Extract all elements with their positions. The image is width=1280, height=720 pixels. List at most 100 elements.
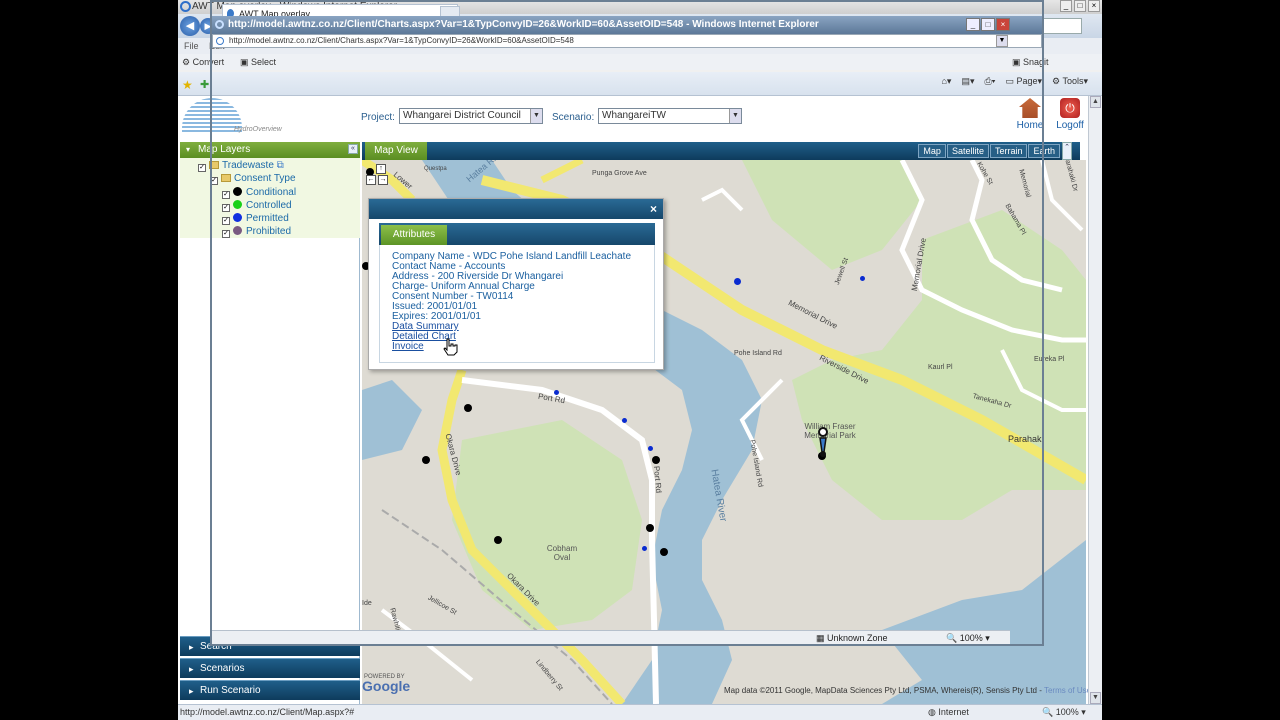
- favorites-star-icon[interactable]: ★: [182, 78, 193, 92]
- water: [362, 380, 422, 460]
- menu-file[interactable]: File: [184, 41, 199, 51]
- checkbox[interactable]: ✓: [222, 191, 230, 199]
- checkbox[interactable]: ✓: [210, 177, 218, 185]
- marker-permitted[interactable]: [648, 446, 653, 451]
- tools-menu[interactable]: ⚙ Tools▾: [1052, 76, 1088, 87]
- convert-button[interactable]: ⚙ Convert: [182, 54, 224, 70]
- map-type-earth[interactable]: Earth: [1028, 144, 1060, 158]
- map-type-satellite[interactable]: Satellite: [946, 144, 989, 158]
- project-label: Project:: [361, 112, 395, 123]
- chevron-down-icon[interactable]: ▼: [530, 109, 542, 123]
- popup-address-bar[interactable]: http://model.awtnz.co.nz/Client/Charts.a…: [212, 34, 1042, 48]
- popup-address-text: http://model.awtnz.co.nz/Client/Charts.a…: [229, 36, 574, 45]
- popup-maximize-button[interactable]: □: [981, 18, 995, 31]
- attributes-info-window: × Attributes Company Name - WDC Pohe Isl…: [368, 198, 664, 370]
- page-menu[interactable]: ▭ Page▾: [1005, 76, 1042, 87]
- pan-right-icon[interactable]: →: [378, 175, 388, 185]
- home-cmd-icon[interactable]: ⌂▾: [941, 76, 951, 87]
- marker-permitted[interactable]: [734, 278, 741, 285]
- scenario-select[interactable]: WhangareiTW ▼: [598, 108, 742, 124]
- accordion-scenarios[interactable]: Scenarios: [180, 658, 360, 679]
- marker-conditional[interactable]: [464, 404, 472, 412]
- marker-conditional[interactable]: [646, 524, 654, 532]
- marker-conditional[interactable]: [652, 456, 660, 464]
- map-type-map[interactable]: Map: [918, 144, 946, 158]
- pan-left-icon[interactable]: ←: [366, 175, 376, 185]
- tree-item-controlled[interactable]: ✓ Controlled: [222, 199, 292, 212]
- internet-zone-label: Internet: [938, 707, 969, 717]
- scenario-label: Scenario:: [552, 112, 595, 123]
- scenario-select-value: WhangareiTW: [602, 110, 666, 121]
- label-questpa: Questpa: [424, 166, 447, 172]
- marker-conditional[interactable]: [660, 548, 668, 556]
- checkbox[interactable]: ✓: [222, 230, 230, 238]
- tree-item-permitted[interactable]: ✓ Permitted: [222, 212, 289, 225]
- home-button[interactable]: Home: [1010, 98, 1050, 131]
- scroll-down-icon[interactable]: ▼: [1090, 692, 1101, 704]
- marker-conditional[interactable]: [494, 536, 502, 544]
- vertical-scrollbar[interactable]: ▲ ▼: [1088, 96, 1102, 704]
- outer-zoom-label: 100%: [1055, 707, 1079, 717]
- logoff-button[interactable]: ⏻ Logoff: [1050, 98, 1090, 131]
- map-expand-icon[interactable]: ⌃: [1062, 142, 1072, 160]
- maximize-button[interactable]: □: [1074, 0, 1086, 12]
- command-bar: ⌂▾ ▤▾ ⎙▾ ▭ Page▾ ⚙ Tools▾: [941, 76, 1088, 87]
- minimize-button[interactable]: _: [1060, 0, 1072, 12]
- marker-permitted[interactable]: [554, 390, 559, 395]
- outer-zoom[interactable]: 🔍 100% ▾: [1042, 705, 1086, 720]
- marker-permitted[interactable]: [860, 276, 865, 281]
- map-pan-control: ↑ ← →: [366, 164, 396, 192]
- park-area: [452, 420, 642, 630]
- feeds-icon[interactable]: ▤▾: [961, 76, 974, 87]
- collapse-arrow-icon: ▾: [186, 145, 191, 154]
- hand-cursor-icon: [443, 338, 458, 356]
- back-icon[interactable]: ◀: [180, 16, 200, 36]
- marker-permitted[interactable]: [642, 546, 647, 551]
- close-button[interactable]: ×: [1088, 0, 1100, 12]
- tab-map-view[interactable]: Map View: [365, 142, 427, 160]
- accordion-run-scenario[interactable]: Run Scenario: [180, 680, 360, 701]
- scroll-up-icon[interactable]: ▲: [1090, 96, 1101, 108]
- awt-logo: HydroOverview: [182, 98, 282, 138]
- left-panel: ▾ Map Layers « ✓ Tradewaste ⧉ ✓ Consent Ty…: [180, 142, 360, 704]
- checkbox[interactable]: ✓: [222, 204, 230, 212]
- chevron-down-icon[interactable]: ▼: [996, 35, 1008, 47]
- tree-root-tradewaste[interactable]: ✓ Tradewaste ⧉: [198, 160, 284, 172]
- chevron-down-icon[interactable]: ▼: [729, 109, 741, 123]
- tree-item-prohibited[interactable]: ✓ Prohibited: [222, 225, 291, 238]
- marker-permitted[interactable]: [622, 418, 627, 423]
- tree-group-consent-type[interactable]: ✓ Consent Type: [210, 173, 296, 185]
- map-layers-header[interactable]: ▾ Map Layers «: [180, 142, 360, 158]
- snagit-button[interactable]: ▣ Snagit: [1012, 54, 1049, 70]
- collapse-panel-icon[interactable]: «: [348, 144, 358, 154]
- project-select-value: Whangarei District Council: [403, 110, 521, 121]
- pegman-icon[interactable]: [816, 426, 830, 458]
- terms-of-use-link[interactable]: Terms of Use: [1044, 686, 1091, 695]
- popup-close-button[interactable]: ×: [996, 18, 1010, 31]
- pan-up-icon[interactable]: ↑: [376, 164, 386, 174]
- map-copyright: Map data ©2011 Google, MapData Sciences …: [724, 686, 1091, 695]
- popup-status-bar: ▦ Unknown Zone 🔍 100% ▾: [212, 630, 1010, 644]
- accordion-scenarios-label: Scenarios: [200, 663, 245, 674]
- add-favorites-icon[interactable]: ✚: [200, 78, 209, 91]
- close-icon[interactable]: ×: [650, 202, 657, 216]
- project-select[interactable]: Whangarei District Council ▼: [399, 108, 543, 124]
- legend-dot-icon: [233, 213, 242, 222]
- checkbox[interactable]: ✓: [222, 217, 230, 225]
- label-kaurl-pl: Kaurl Pl: [928, 364, 953, 371]
- google-logo[interactable]: Google: [362, 678, 410, 694]
- outer-window-controls: _ □ ×: [1060, 0, 1100, 12]
- popup-minimize-button[interactable]: _: [966, 18, 980, 31]
- invoice-link[interactable]: Invoice: [392, 341, 424, 352]
- tree-item-conditional[interactable]: ✓ Conditional: [222, 186, 296, 199]
- print-icon[interactable]: ⎙▾: [984, 76, 995, 87]
- popup-zoom[interactable]: 🔍 100% ▾: [946, 631, 990, 645]
- select-button[interactable]: ▣ Select: [240, 54, 276, 70]
- tree-item-label: Prohibited: [246, 226, 292, 237]
- tab-attributes[interactable]: Attributes: [381, 225, 447, 245]
- map-type-terrain[interactable]: Terrain: [989, 144, 1028, 158]
- marker-conditional[interactable]: [422, 456, 430, 464]
- checkbox[interactable]: ✓: [198, 164, 206, 172]
- internet-zone: ◍ Internet: [928, 707, 969, 717]
- convert-label: Convert: [192, 57, 225, 67]
